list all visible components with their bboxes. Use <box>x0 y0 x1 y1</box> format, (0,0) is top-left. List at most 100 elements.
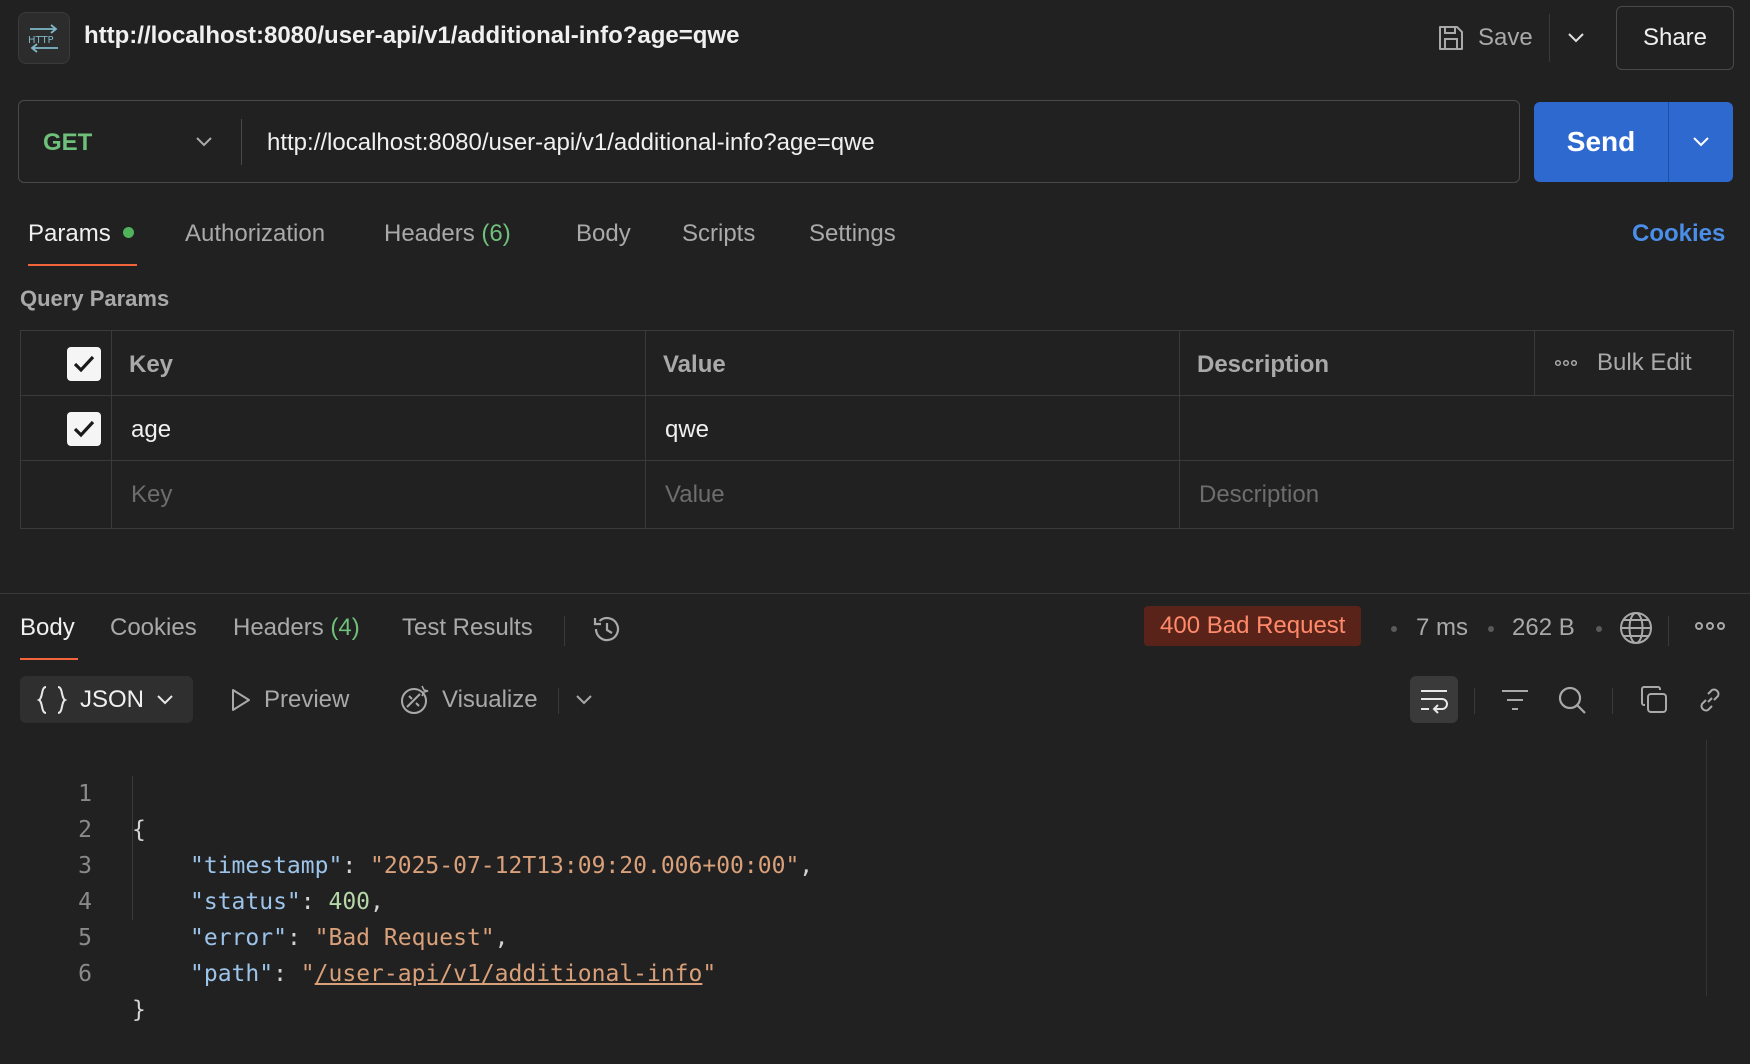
divider <box>558 688 559 714</box>
param-key-cell[interactable]: age <box>131 416 171 444</box>
code-line: 2 "timestamp": "2025-07-12T13:09:20.006+… <box>0 776 813 879</box>
divider <box>1668 616 1669 646</box>
share-button[interactable]: Share <box>1616 6 1734 70</box>
save-options-chevron-down-icon[interactable] <box>1560 22 1592 54</box>
preview-button[interactable]: Preview <box>228 684 349 716</box>
param-value-cell[interactable]: qwe <box>665 416 709 444</box>
preview-label: Preview <box>264 686 350 713</box>
send-button-group: Send <box>1534 102 1733 182</box>
request-tabs: Params Authorization Headers (6) Body Sc… <box>0 214 1750 268</box>
active-tab-underline <box>28 264 137 266</box>
save-label: Save <box>1478 24 1533 51</box>
row-checkbox[interactable] <box>67 412 101 446</box>
line-number: 6 <box>78 961 92 987</box>
tab-params-label: Params <box>28 220 111 247</box>
json-number-value: 400 <box>328 889 371 915</box>
code-line: 6 } <box>0 920 146 1023</box>
json-string-value: "Bad Request" <box>314 925 495 951</box>
json-key: "path" <box>190 961 274 987</box>
key-column-header: Key <box>129 351 174 378</box>
copy-icon[interactable] <box>1636 682 1672 718</box>
select-all-checkbox[interactable] <box>67 347 101 381</box>
visualize-label: Visualize <box>442 686 538 713</box>
status-badge[interactable]: 400 Bad Request <box>1144 606 1362 646</box>
code-line: 5 "path": "/user-api/v1/additional-info" <box>0 884 716 987</box>
code-text: "error": "Bad Request", <box>190 925 509 951</box>
globe-icon[interactable] <box>1618 610 1654 646</box>
json-string-value: "2025-07-12T13:09:20.006+00:00" <box>370 853 800 879</box>
search-icon[interactable] <box>1554 682 1590 718</box>
response-tab-headers-count: (4) <box>330 614 360 641</box>
url-bar: GET http://localhost:8080/user-api/v1/ad… <box>18 100 1520 183</box>
request-title[interactable]: http://localhost:8080/user-api/v1/additi… <box>84 22 739 50</box>
filter-icon[interactable] <box>1497 682 1533 718</box>
play-icon <box>228 687 252 713</box>
wrap-lines-icon[interactable] <box>1410 676 1458 723</box>
json-braces-icon <box>36 684 68 716</box>
format-label: JSON <box>80 685 145 713</box>
cookies-link[interactable]: Cookies <box>1632 220 1725 248</box>
format-select[interactable]: JSON <box>20 676 193 723</box>
bulk-edit-button[interactable]: Bulk Edit <box>1555 345 1692 381</box>
method-chevron-down-icon[interactable] <box>195 127 213 157</box>
json-key: "status" <box>190 889 301 915</box>
line-number: 3 <box>78 853 92 879</box>
json-key: "error" <box>190 925 287 951</box>
line-number: 5 <box>78 925 92 951</box>
table-row-new: Key Value Description <box>21 461 1733 526</box>
history-icon[interactable] <box>590 612 624 646</box>
response-tab-cookies[interactable]: Cookies <box>110 614 197 642</box>
query-params-title: Query Params <box>20 286 170 311</box>
response-time[interactable]: 7 ms <box>1416 614 1468 642</box>
line-number: 4 <box>78 889 92 915</box>
active-tab-underline <box>20 658 78 660</box>
quote: " <box>300 961 315 987</box>
table-row: age qwe <box>21 396 1733 461</box>
new-description-input[interactable]: Description <box>1199 481 1319 509</box>
code-line: 3 "status": 400, <box>0 812 384 915</box>
response-splitter[interactable] <box>0 593 1750 594</box>
http-icon: HTTP <box>18 12 70 64</box>
code-text: "status": 400, <box>190 889 384 915</box>
save-button[interactable]: Save <box>1436 18 1533 58</box>
params-active-dot <box>122 227 134 239</box>
response-tab-body[interactable]: Body <box>20 614 75 642</box>
send-button[interactable]: Send <box>1534 102 1668 182</box>
divider <box>1474 688 1475 714</box>
visualize-button[interactable]: Visualize <box>398 684 538 716</box>
bulk-edit-label: Bulk Edit <box>1597 349 1692 376</box>
line-number: 2 <box>78 817 92 843</box>
new-value-input[interactable]: Value <box>665 481 725 509</box>
indent-guide <box>132 776 133 920</box>
more-options-icon[interactable] <box>1694 618 1726 634</box>
tab-body[interactable]: Body <box>576 220 631 248</box>
tab-scripts[interactable]: Scripts <box>682 220 755 248</box>
response-size[interactable]: 262 B <box>1512 614 1575 642</box>
url-input[interactable]: http://localhost:8080/user-api/v1/additi… <box>267 129 875 157</box>
tab-authorization[interactable]: Authorization <box>185 220 325 248</box>
scrollbar[interactable] <box>1706 740 1707 996</box>
divider <box>1612 688 1613 714</box>
link-icon[interactable] <box>1692 682 1728 718</box>
response-tab-test-results[interactable]: Test Results <box>402 614 533 642</box>
visualize-options-chevron-down-icon[interactable] <box>566 682 602 718</box>
separator-dot <box>1488 626 1494 632</box>
query-params-table: Key Value Description Bulk Edit age qwe … <box>20 330 1734 529</box>
separator-dot <box>1391 626 1397 632</box>
response-tab-headers[interactable]: Headers (4) <box>233 614 360 642</box>
tab-params[interactable]: Params <box>28 220 134 248</box>
code-text: } <box>132 997 146 1023</box>
response-body-viewer[interactable]: 1 { 2 "timestamp": "2025-07-12T13:09:20.… <box>0 740 1750 1023</box>
json-path-link[interactable]: /user-api/v1/additional-info <box>315 961 703 987</box>
line-number: 1 <box>78 781 92 807</box>
tab-settings[interactable]: Settings <box>809 220 896 248</box>
more-icon <box>1555 359 1577 367</box>
send-options-chevron-down-icon[interactable] <box>1669 102 1733 182</box>
value-column-header: Value <box>663 351 726 378</box>
tab-headers[interactable]: Headers (6) <box>384 220 511 248</box>
visualize-icon <box>398 684 430 716</box>
divider <box>241 119 242 165</box>
method-select[interactable]: GET <box>43 129 92 157</box>
new-key-input[interactable]: Key <box>131 481 172 509</box>
top-bar: HTTP http://localhost:8080/user-api/v1/a… <box>0 0 1750 76</box>
